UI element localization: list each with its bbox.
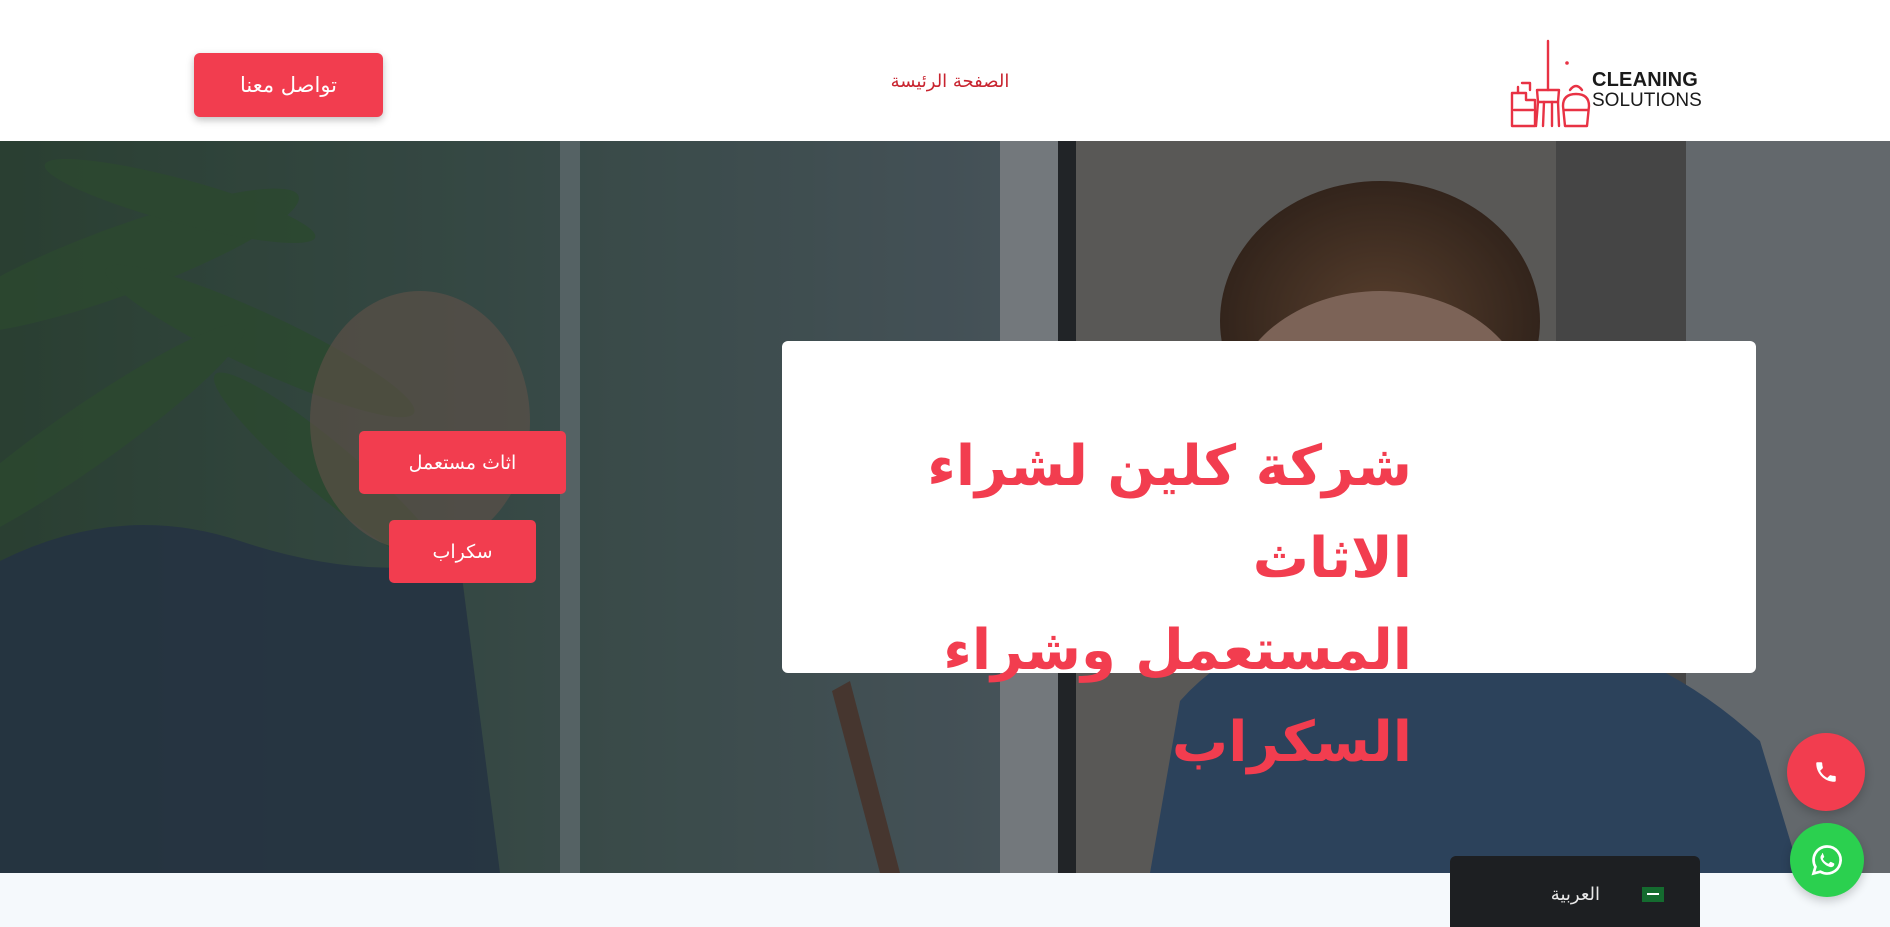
hero-title: شركة كلين لشراء الاثاث المستعمل وشراء ال… [852,421,1412,789]
hero-title-card: شركة كلين لشراء الاثاث المستعمل وشراء ال… [782,341,1756,775]
hero-title-line1: شركة كلين لشراء الاثاث [927,434,1412,591]
language-switcher[interactable]: العربية [1450,856,1700,927]
contact-us-button[interactable]: تواصل معنا [194,53,383,117]
saudi-flag-icon [1642,887,1664,902]
whatsapp-button[interactable] [1790,823,1864,897]
nav-link-home[interactable]: الصفحة الرئيسة [880,71,1020,92]
hero-section: اثاث مستعمل سكراب شركة كلين لشراء الاثاث… [0,141,1890,873]
cleaning-tools-logo-icon [1510,39,1591,128]
phone-icon [1816,762,1836,782]
used-furniture-button[interactable]: اثاث مستعمل [359,431,566,494]
scrap-button[interactable]: سكراب [389,520,536,583]
hero-title-line2: المستعمل وشراء السكراب [943,618,1412,775]
site-header: تواصل معنا الصفحة الرئيسة CLEANING SOLUT… [0,0,1890,141]
language-label: العربية [1550,884,1600,905]
logo-text-line2: SOLUTIONS [1592,90,1702,111]
logo-text: CLEANING SOLUTIONS [1592,70,1702,110]
site-logo[interactable]: CLEANING SOLUTIONS [1508,38,1702,132]
whatsapp-icon [1811,845,1842,876]
logo-text-line1: CLEANING [1592,69,1699,91]
call-button[interactable] [1787,733,1865,811]
